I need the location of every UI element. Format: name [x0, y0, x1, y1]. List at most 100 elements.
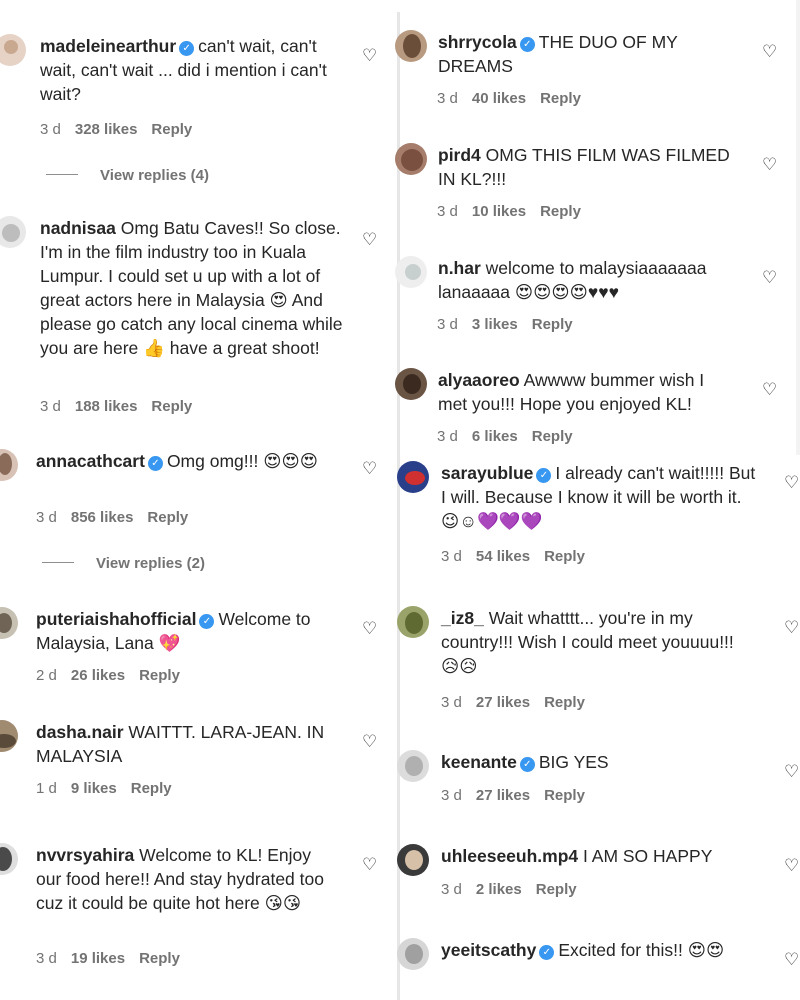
comment-text: yeeitscathy ✓ Excited for this!! 😍😍: [441, 938, 761, 962]
username[interactable]: alyaaoreo: [438, 370, 520, 390]
timestamp: 3 d: [437, 203, 458, 220]
avatar[interactable]: [397, 938, 429, 970]
like-count[interactable]: 9 likes: [71, 780, 117, 797]
username[interactable]: keenante: [441, 752, 517, 772]
like-heart-icon[interactable]: ♡: [762, 42, 777, 62]
view-replies-button[interactable]: View replies (2): [42, 555, 205, 572]
reply-button[interactable]: Reply: [151, 398, 192, 415]
username[interactable]: shrrycola: [438, 32, 517, 52]
replies-divider-line: [46, 174, 78, 175]
like-heart-icon[interactable]: ♡: [784, 762, 799, 782]
like-count[interactable]: 856 likes: [71, 509, 134, 526]
reply-button[interactable]: Reply: [532, 428, 573, 445]
like-heart-icon[interactable]: ♡: [762, 380, 777, 400]
reply-button[interactable]: Reply: [151, 121, 192, 138]
comment-meta: 3 d 328 likes Reply: [40, 121, 206, 138]
avatar[interactable]: [0, 216, 26, 248]
comment-text: nadnisaa Omg Batu Caves!! So close. I'm …: [40, 216, 350, 360]
like-heart-icon[interactable]: ♡: [362, 732, 377, 752]
like-count[interactable]: 2 likes: [476, 881, 522, 898]
comment-meta: 3 d 27 likes Reply: [441, 787, 599, 804]
like-count[interactable]: 40 likes: [472, 90, 526, 107]
username[interactable]: madeleinearthur: [40, 36, 176, 56]
avatar[interactable]: [397, 844, 429, 876]
like-count[interactable]: 3 likes: [472, 316, 518, 333]
like-heart-icon[interactable]: ♡: [762, 268, 777, 288]
username[interactable]: nvvrsyahira: [36, 845, 134, 865]
comment-text: pird4 OMG THIS FILM WAS FILMED IN KL?!!!: [438, 143, 748, 191]
username[interactable]: annacathcart: [36, 451, 145, 471]
comment-text: alyaaoreo Awwww bummer wish I met you!!!…: [438, 368, 738, 416]
verified-badge-icon: ✓: [199, 614, 215, 629]
avatar[interactable]: [395, 256, 427, 288]
view-replies-button[interactable]: View replies (4): [46, 167, 209, 184]
avatar[interactable]: [397, 606, 429, 638]
like-count[interactable]: 10 likes: [472, 203, 526, 220]
reply-button[interactable]: Reply: [544, 548, 585, 565]
reply-button[interactable]: Reply: [147, 509, 188, 526]
like-heart-icon[interactable]: ♡: [362, 46, 377, 66]
verified-badge-icon: ✓: [179, 41, 195, 56]
timestamp: 3 d: [437, 316, 458, 333]
username[interactable]: pird4: [438, 145, 481, 165]
avatar[interactable]: [395, 368, 427, 400]
avatar[interactable]: [0, 607, 18, 639]
like-count[interactable]: 54 likes: [476, 548, 530, 565]
reply-button[interactable]: Reply: [139, 667, 180, 684]
username[interactable]: nadnisaa: [40, 218, 116, 238]
like-heart-icon[interactable]: ♡: [362, 230, 377, 250]
reply-button[interactable]: Reply: [139, 950, 180, 967]
like-count[interactable]: 26 likes: [71, 667, 125, 684]
comment-text: n.har welcome to malaysiaaaaaaa lanaaaaa…: [438, 256, 738, 304]
reply-button[interactable]: Reply: [540, 203, 581, 220]
reply-button[interactable]: Reply: [544, 787, 585, 804]
like-heart-icon[interactable]: ♡: [784, 856, 799, 876]
verified-badge-icon: ✓: [519, 37, 535, 52]
like-heart-icon[interactable]: ♡: [784, 473, 799, 493]
verified-badge-icon: ✓: [539, 945, 555, 960]
avatar[interactable]: [395, 143, 427, 175]
username[interactable]: _iz8_: [441, 608, 484, 628]
like-heart-icon[interactable]: ♡: [784, 618, 799, 638]
like-heart-icon[interactable]: ♡: [362, 855, 377, 875]
like-count[interactable]: 188 likes: [75, 398, 138, 415]
comment-body: BIG YES: [538, 752, 609, 772]
like-count[interactable]: 27 likes: [476, 694, 530, 711]
timestamp: 2 d: [36, 667, 57, 684]
like-count[interactable]: 19 likes: [71, 950, 125, 967]
timestamp: 3 d: [441, 881, 462, 898]
username[interactable]: dasha.nair: [36, 722, 124, 742]
like-count[interactable]: 27 likes: [476, 787, 530, 804]
timestamp: 3 d: [441, 694, 462, 711]
username[interactable]: yeeitscathy: [441, 940, 536, 960]
reply-button[interactable]: Reply: [540, 90, 581, 107]
reply-button[interactable]: Reply: [131, 780, 172, 797]
like-heart-icon[interactable]: ♡: [762, 155, 777, 175]
comment-text: nvvrsyahira Welcome to KL! Enjoy our foo…: [36, 843, 336, 915]
like-heart-icon[interactable]: ♡: [784, 950, 799, 970]
avatar[interactable]: [0, 843, 18, 875]
like-heart-icon[interactable]: ♡: [362, 459, 377, 479]
reply-button[interactable]: Reply: [532, 316, 573, 333]
username[interactable]: sarayublue: [441, 463, 533, 483]
timestamp: 1 d: [36, 780, 57, 797]
like-heart-icon[interactable]: ♡: [362, 619, 377, 639]
avatar[interactable]: [397, 750, 429, 782]
avatar[interactable]: [0, 720, 18, 752]
like-count[interactable]: 328 likes: [75, 121, 138, 138]
username[interactable]: n.har: [438, 258, 481, 278]
like-count[interactable]: 6 likes: [472, 428, 518, 445]
comment-text: annacathcart ✓ Omg omg!!! 😍😍😍: [36, 449, 346, 473]
comment-meta: 3 d 2 likes Reply: [441, 881, 591, 898]
avatar[interactable]: [395, 30, 427, 62]
avatar[interactable]: [397, 461, 429, 493]
comment-meta: 3 d 27 likes Reply: [441, 694, 599, 711]
reply-button[interactable]: Reply: [536, 881, 577, 898]
username[interactable]: puteriaishahofficial: [36, 609, 196, 629]
avatar[interactable]: [0, 449, 18, 481]
avatar[interactable]: [0, 34, 26, 66]
reply-button[interactable]: Reply: [544, 694, 585, 711]
username[interactable]: uhleeseeuh.mp4: [441, 846, 578, 866]
view-replies-label: View replies (4): [100, 167, 209, 184]
timestamp: 3 d: [437, 428, 458, 445]
